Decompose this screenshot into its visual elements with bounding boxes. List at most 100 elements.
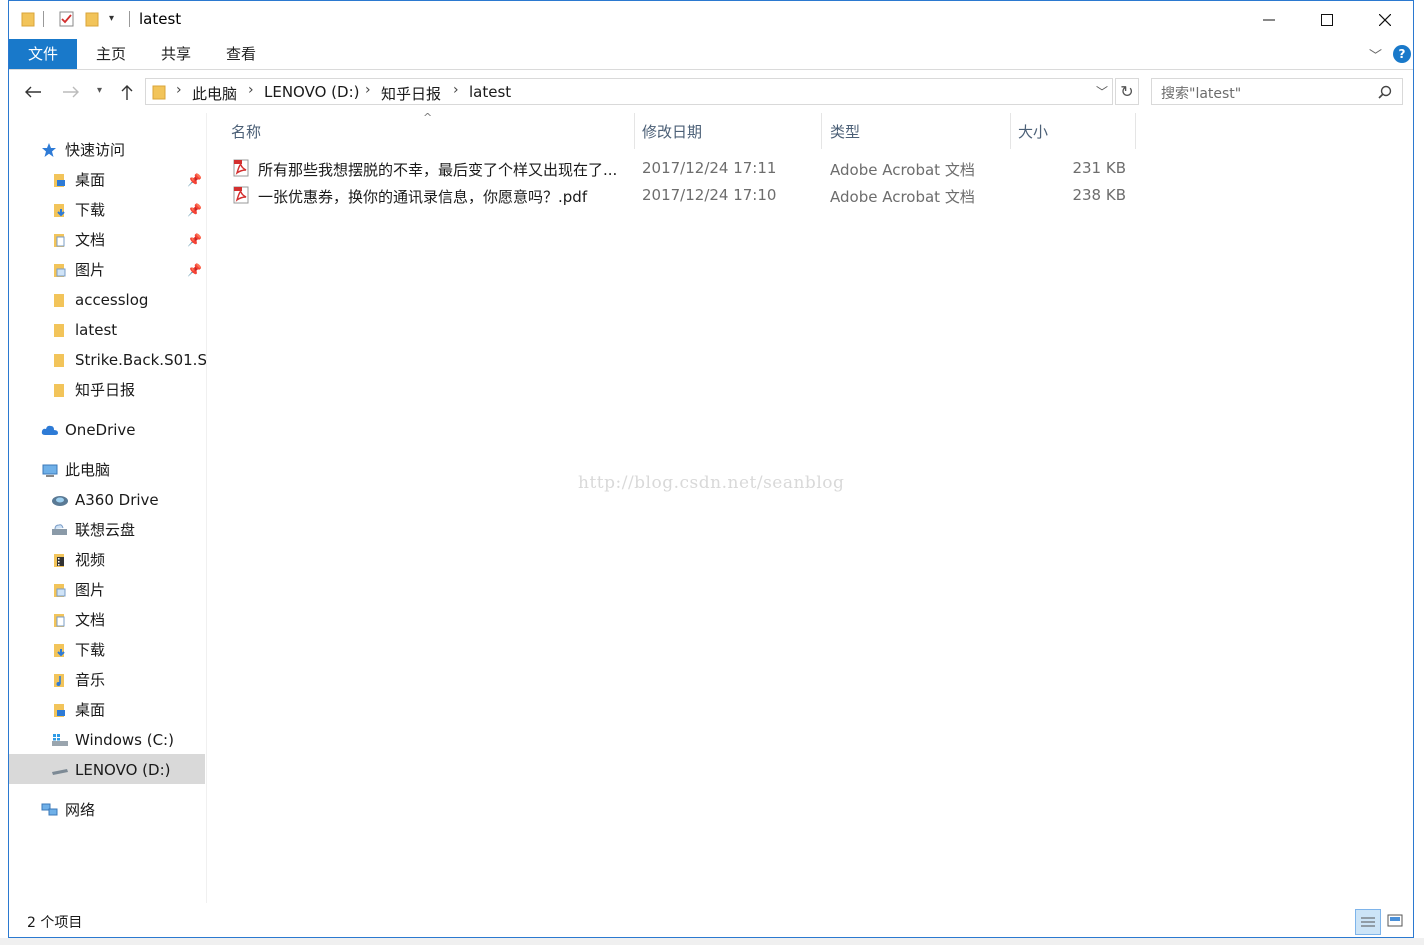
folder-icon (54, 324, 64, 337)
column-separator[interactable] (634, 113, 635, 149)
nav-item-pc-pictures[interactable]: 图片 (51, 575, 201, 605)
address-bar[interactable]: › 此电脑 › LENOVO (D:) › 知乎日报 › latest ﹀ (145, 78, 1113, 105)
nav-item-downloads[interactable]: 下载 (51, 195, 201, 225)
nav-label: 下载 (75, 201, 106, 219)
pin-icon[interactable]: 📌 (187, 203, 202, 217)
nav-item-latest[interactable]: latest (51, 315, 201, 345)
nav-network[interactable]: 网络 (41, 795, 201, 825)
nav-label: 文档 (75, 611, 106, 629)
nav-item-lenovo-d[interactable]: LENOVO (D:) (51, 755, 201, 785)
downloads-folder-icon (54, 204, 65, 217)
nav-label: 联想云盘 (75, 521, 136, 539)
nav-label: 快速访问 (65, 141, 126, 159)
search-box[interactable]: 搜索"latest" (1151, 78, 1403, 105)
search-input[interactable]: 搜索"latest" (1161, 83, 1241, 103)
nav-item-strike-back[interactable]: Strike.Back.S01.Se (51, 345, 206, 375)
status-item-count: 2 个项目 (27, 915, 83, 931)
forward-icon[interactable] (61, 84, 81, 100)
customize-quick-access-icon[interactable]: ▾ (109, 13, 114, 24)
details-view-button[interactable] (1355, 909, 1381, 935)
cloud-drive-icon (52, 524, 67, 535)
search-icon[interactable] (1378, 85, 1392, 99)
expand-ribbon-icon[interactable]: ﹀ (1369, 45, 1382, 64)
nav-item-pc-downloads[interactable]: 下载 (51, 635, 201, 665)
nav-onedrive[interactable]: OneDrive (41, 415, 201, 445)
up-icon[interactable] (119, 83, 135, 101)
back-icon[interactable] (23, 84, 43, 100)
tab-share[interactable]: 共享 (154, 39, 198, 69)
pin-icon[interactable]: 📌 (187, 263, 202, 277)
minimize-button[interactable] (1240, 1, 1298, 39)
file-type: Adobe Acrobat 文档 (830, 161, 975, 179)
maximize-button[interactable] (1298, 1, 1356, 39)
tab-home[interactable]: 主页 (89, 39, 133, 69)
nav-label: LENOVO (D:) (75, 761, 171, 779)
nav-item-a360-drive[interactable]: A360 Drive (51, 485, 201, 515)
explorer-window: ▾ latest 文件 主页 共享 查看 ﹀ ? ▾ › 此电脑 › LENOV… (8, 0, 1414, 938)
folder-icon (21, 12, 35, 27)
breadcrumb-this-pc[interactable]: 此电脑 (192, 83, 237, 104)
column-separator[interactable] (1135, 113, 1136, 149)
nav-item-videos[interactable]: 视频 (51, 545, 201, 575)
nav-this-pc[interactable]: 此电脑 (41, 455, 201, 485)
nav-label: 网络 (65, 801, 96, 819)
file-row[interactable]: 一张优惠券，换你的通讯录信息，你愿意吗？.pdf 2017/12/24 17:1… (225, 183, 1137, 209)
refresh-button[interactable]: ↻ (1115, 78, 1139, 105)
nav-item-desktop[interactable]: 桌面 (51, 165, 201, 195)
nav-label: 音乐 (75, 671, 106, 689)
nav-item-lenovo-cloud[interactable]: 联想云盘 (51, 515, 201, 545)
breadcrumb-latest[interactable]: latest (469, 83, 511, 101)
nav-label: Windows (C:) (75, 731, 174, 749)
column-separator[interactable] (1010, 113, 1011, 149)
column-header-size[interactable]: 大小 (1018, 121, 1128, 143)
chevron-right-icon: › (176, 82, 182, 98)
properties-icon[interactable] (59, 11, 75, 27)
column-header-name[interactable]: 名称 (231, 121, 631, 143)
star-icon (42, 143, 56, 157)
nav-label: 桌面 (75, 701, 106, 719)
desktop-folder-icon (54, 704, 65, 717)
column-header-type[interactable]: 类型 (830, 121, 1010, 143)
nav-item-pc-documents[interactable]: 文档 (51, 605, 201, 635)
pin-icon[interactable]: 📌 (187, 173, 202, 187)
watermark: http://blog.csdn.net/seanblog (578, 473, 845, 493)
nav-item-pictures[interactable]: 图片 (51, 255, 201, 285)
nav-label: 此电脑 (65, 461, 111, 479)
file-name: 所有那些我想摆脱的不幸，最后变了个样又出现在了... (258, 161, 618, 179)
large-icons-view-icon (1387, 914, 1403, 927)
cloud-icon (41, 425, 58, 435)
maximize-icon (1321, 14, 1333, 26)
nav-item-zhihu-daily[interactable]: 知乎日报 (51, 375, 201, 405)
tab-file[interactable]: 文件 (9, 39, 77, 69)
column-separator[interactable] (821, 113, 822, 149)
nav-item-accesslog[interactable]: accesslog (51, 285, 201, 315)
nav-quick-access[interactable]: 快速访问 (41, 135, 201, 165)
address-dropdown-icon[interactable]: ﹀ (1096, 83, 1108, 100)
nav-label: 图片 (75, 261, 106, 279)
window-title: latest (139, 10, 182, 28)
pictures-folder-icon (54, 584, 66, 597)
folder-icon (54, 384, 64, 397)
breadcrumb-lenovo-d[interactable]: LENOVO (D:) (264, 83, 359, 101)
windows-drive-icon (52, 734, 68, 746)
pin-icon[interactable]: 📌 (187, 233, 202, 247)
nav-item-music[interactable]: 音乐 (51, 665, 201, 695)
tab-view[interactable]: 查看 (219, 39, 263, 69)
new-folder-icon[interactable] (85, 11, 99, 27)
title-bar: ▾ latest (9, 1, 1413, 39)
nav-item-windows-c[interactable]: Windows (C:) (51, 725, 201, 755)
nav-item-documents[interactable]: 文档 (51, 225, 201, 255)
folder-icon (152, 85, 166, 100)
close-icon (1379, 14, 1391, 26)
column-header-date[interactable]: 修改日期 (642, 121, 812, 143)
large-icons-view-button[interactable] (1383, 909, 1409, 935)
close-button[interactable] (1356, 1, 1414, 39)
file-size: 231 KB (1072, 159, 1126, 177)
help-icon[interactable]: ? (1393, 45, 1411, 63)
nav-item-pc-desktop[interactable]: 桌面 (51, 695, 201, 725)
breadcrumb-zhihu-daily[interactable]: 知乎日报 (381, 83, 441, 104)
recent-locations-icon[interactable]: ▾ (97, 85, 102, 96)
file-name: 一张优惠券，换你的通讯录信息，你愿意吗？.pdf (258, 188, 588, 206)
nav-label: 知乎日报 (75, 381, 136, 399)
file-row[interactable]: 所有那些我想摆脱的不幸，最后变了个样又出现在了... 2017/12/24 17… (225, 156, 1137, 182)
